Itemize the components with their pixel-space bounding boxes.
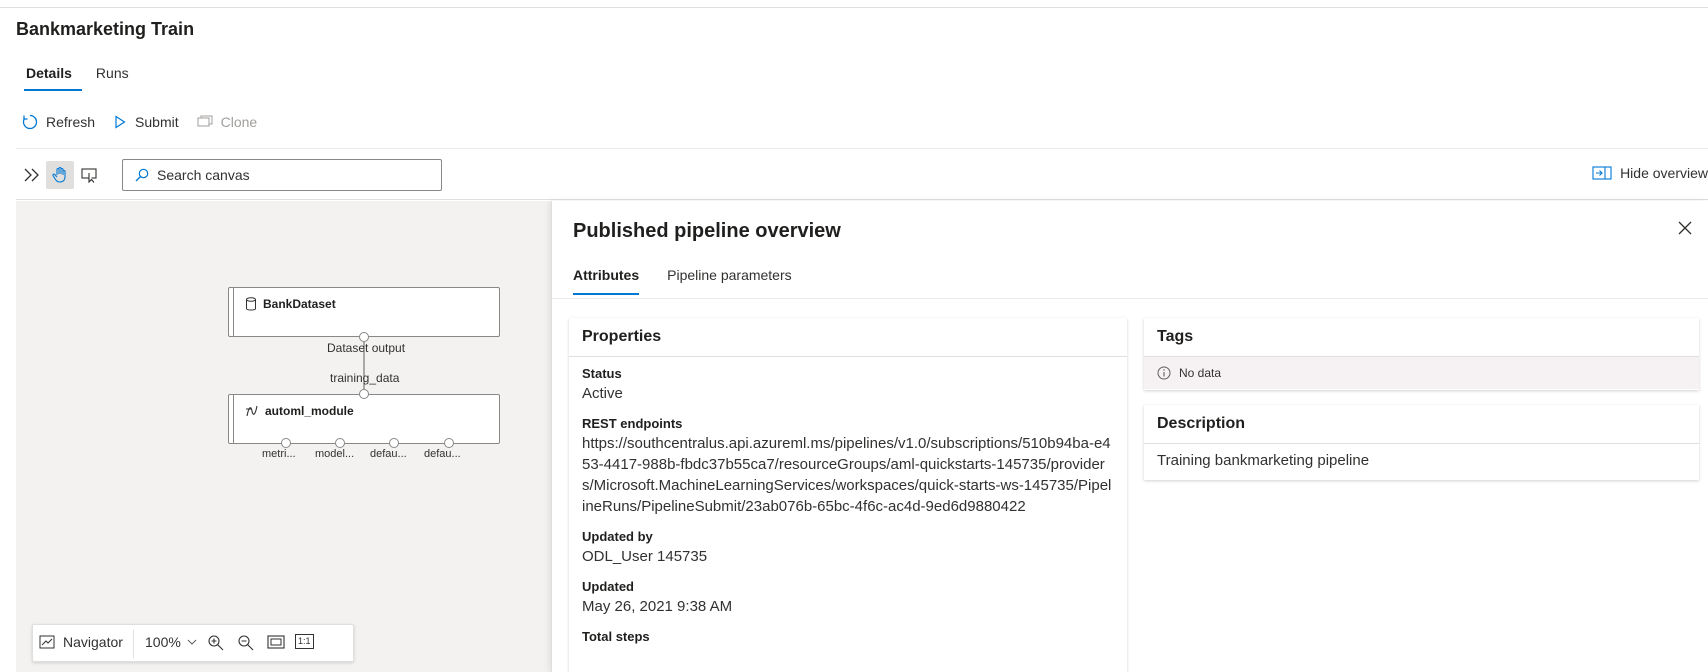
chevron-down-icon <box>187 639 197 645</box>
refresh-icon <box>22 114 38 130</box>
updated-value: May 26, 2021 9:38 AM <box>582 598 733 615</box>
node-title: automl_module <box>265 404 354 418</box>
tags-heading: Tags <box>1144 318 1699 357</box>
output-label-default-2: defau... <box>424 448 461 460</box>
clone-label: Clone <box>220 114 258 130</box>
submit-button[interactable]: Submit <box>113 114 179 130</box>
navigator-button[interactable]: Navigator <box>39 634 123 650</box>
zoom-in-icon[interactable] <box>207 634 225 652</box>
command-bar: Refresh Submit Clone <box>22 114 275 130</box>
node-edge <box>233 288 234 336</box>
zoom-dropdown[interactable]: 100% <box>145 634 197 650</box>
close-icon[interactable] <box>1678 221 1692 240</box>
info-icon <box>1157 366 1171 380</box>
page-tabs: Details Runs <box>16 58 139 91</box>
properties-card: Properties Status Active REST endpoints … <box>569 318 1127 672</box>
select-pointer-icon[interactable] <box>76 161 104 189</box>
tags-card: Tags No data <box>1144 318 1699 390</box>
refresh-label: Refresh <box>46 114 96 130</box>
expand-icon[interactable] <box>18 161 46 189</box>
updated-label: Updated <box>582 579 634 594</box>
tags-empty-text: No data <box>1179 366 1222 380</box>
panel-title: Published pipeline overview <box>573 220 841 242</box>
hide-overview-button[interactable]: Hide overview <box>1592 165 1708 181</box>
output-port-default-2[interactable] <box>444 438 454 448</box>
properties-heading: Properties <box>569 318 1127 357</box>
zoom-out-icon[interactable] <box>237 634 255 652</box>
total-steps-label: Total steps <box>582 629 650 644</box>
status-label: Status <box>582 366 622 381</box>
output-label-metrics: metri... <box>262 448 296 460</box>
pipeline-canvas[interactable]: BankDataset Dataset output training_data… <box>16 201 551 672</box>
node-bankdataset[interactable]: BankDataset <box>228 287 500 337</box>
node-title-row: automl_module <box>245 404 354 418</box>
hide-overview-label: Hide overview <box>1620 165 1708 181</box>
play-icon <box>115 115 126 129</box>
hand-pan-icon[interactable] <box>46 161 74 189</box>
fit-to-screen-icon[interactable] <box>267 634 285 650</box>
input-port-label: training_data <box>330 371 400 385</box>
navigator-label: Navigator <box>63 634 123 650</box>
tab-details[interactable]: Details <box>16 58 82 91</box>
navigator-icon <box>39 635 55 649</box>
node-title: BankDataset <box>263 297 336 311</box>
updated-by-value: ODL_User 145735 <box>582 548 708 565</box>
clone-button[interactable]: Clone <box>197 114 258 130</box>
input-port[interactable] <box>359 389 369 399</box>
panel-tabs: Attributes Pipeline parameters <box>573 259 820 295</box>
output-label-model: model... <box>315 448 355 460</box>
rest-endpoints-label: REST endpoints <box>582 416 683 431</box>
tags-empty-row: No data <box>1144 357 1699 389</box>
output-label-default-1: defau... <box>370 448 407 460</box>
tab-runs[interactable]: Runs <box>86 58 139 91</box>
page-title: Bankmarketing Train <box>16 19 195 39</box>
canvas-toolbar: Hide overview <box>16 148 1708 200</box>
tab-attributes[interactable]: Attributes <box>573 259 640 295</box>
actual-size-icon: 1:1 <box>295 634 314 649</box>
output-port-metrics[interactable] <box>281 438 291 448</box>
panel-tabs-divider <box>552 298 1708 299</box>
node-edge <box>233 395 234 443</box>
submit-label: Submit <box>135 114 179 130</box>
top-divider <box>0 7 1708 8</box>
database-icon <box>246 297 256 311</box>
output-port-label: Dataset output <box>327 341 406 355</box>
description-card: Description Training bankmarketing pipel… <box>1144 405 1699 480</box>
actual-size-button[interactable]: 1:1 <box>295 634 314 649</box>
zoom-value: 100% <box>145 634 181 650</box>
refresh-button[interactable]: Refresh <box>22 114 95 130</box>
overview-panel: Published pipeline overview Attributes P… <box>551 201 1708 672</box>
clone-icon <box>197 115 213 127</box>
panel-collapse-icon <box>1592 166 1612 180</box>
output-port-model[interactable] <box>335 438 345 448</box>
tab-pipeline-parameters[interactable]: Pipeline parameters <box>667 259 792 295</box>
node-automl-module[interactable]: automl_module <box>228 394 500 444</box>
updated-by-label: Updated by <box>582 529 653 544</box>
rest-endpoints-value: https://southcentralus.api.azureml.ms/pi… <box>582 435 1112 515</box>
description-value: Training bankmarketing pipeline <box>1157 452 1370 469</box>
status-value: Active <box>582 385 623 402</box>
search-canvas-box[interactable] <box>122 159 442 191</box>
node-title-row: BankDataset <box>245 297 336 311</box>
output-port-default-1[interactable] <box>389 438 399 448</box>
search-icon <box>135 168 149 182</box>
navigator-bar: Navigator 100% 1:1 <box>32 624 354 662</box>
search-canvas-input[interactable] <box>157 167 427 183</box>
automl-icon <box>246 405 258 417</box>
description-heading: Description <box>1144 405 1699 444</box>
navigator-divider <box>133 630 134 658</box>
